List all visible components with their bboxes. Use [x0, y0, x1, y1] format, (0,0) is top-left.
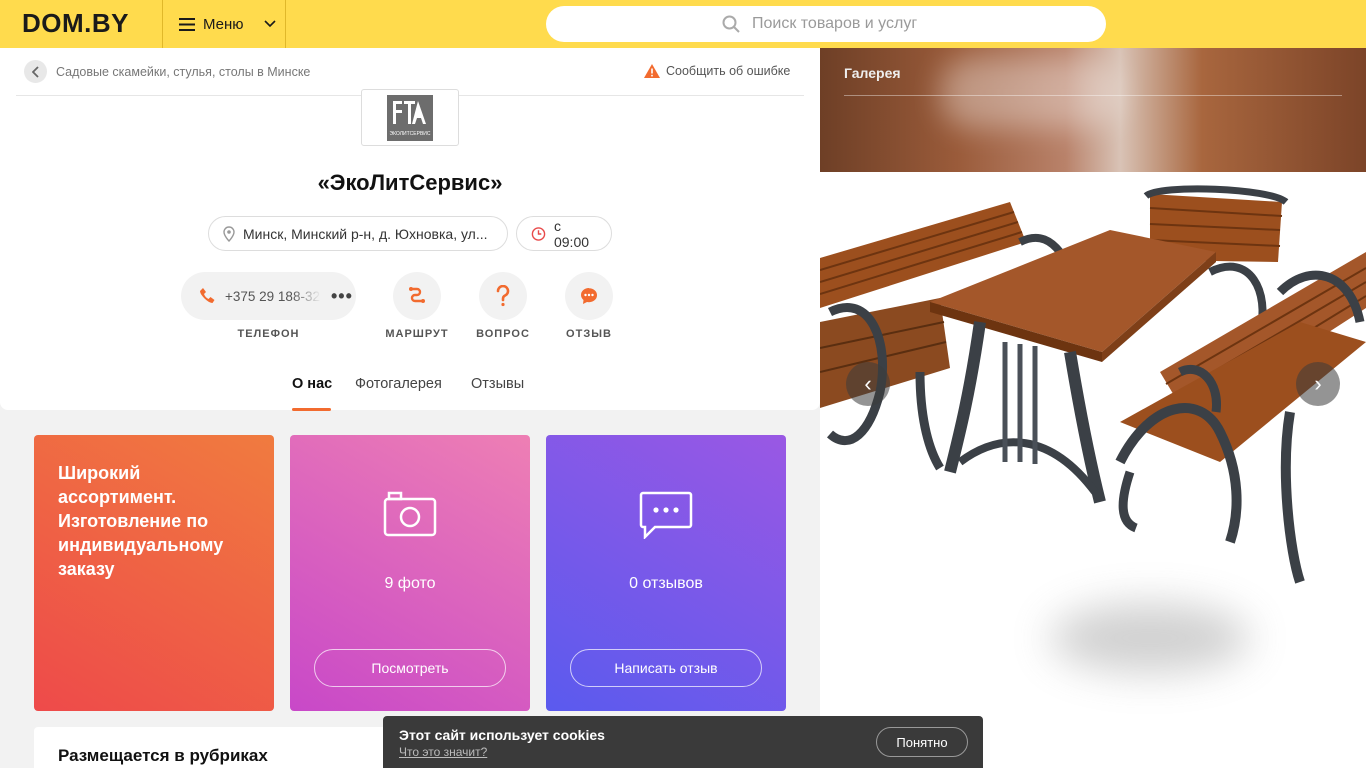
assortment-card: Широкий ассортимент. Изготовление по инд… — [34, 435, 274, 711]
hamburger-icon — [179, 17, 195, 31]
hours-text: с 09:00 — [553, 217, 590, 250]
tabs: О нас Фотогалерея Отзывы — [0, 376, 820, 411]
clock-icon — [531, 226, 546, 241]
svg-text:ЭКОЛИТСЕРВИС: ЭКОЛИТСЕРВИС — [389, 131, 430, 137]
review-button[interactable] — [565, 272, 613, 320]
site-logo[interactable]: DOM.BY — [22, 8, 129, 39]
question-icon — [496, 285, 510, 307]
photos-card: 9 фото Посмотреть — [290, 435, 530, 711]
cookie-banner: Этот сайт использует cookies Что это зна… — [383, 716, 983, 768]
gallery-next-arrow-icon[interactable]: › — [1296, 362, 1340, 406]
reviews-card: 0 отзывов Написать отзыв — [546, 435, 786, 711]
question-label: ВОПРОС — [476, 328, 530, 340]
report-error-link[interactable]: Сообщить об ошибке — [644, 64, 790, 78]
address-pill[interactable]: Минск, Минский р-н, д. Юхновка, ул... — [208, 216, 508, 251]
menu-label: Меню — [203, 15, 244, 33]
hours-pill[interactable]: с 09:00 — [516, 216, 612, 251]
gallery-title: Галерея — [844, 65, 901, 81]
phone-button[interactable]: +375 29 188-32 ••• — [181, 272, 356, 320]
cookie-title: Этот сайт использует cookies — [399, 727, 605, 743]
phone-number: +375 29 188-32 — [225, 288, 320, 304]
route-button[interactable] — [393, 272, 441, 320]
address-text: Минск, Минский р-н, д. Юхновка, ул... — [243, 225, 488, 242]
cookie-accept-button[interactable]: Понятно — [876, 727, 968, 757]
gallery-prev-arrow-icon[interactable]: ‹ — [846, 362, 890, 406]
gallery-divider — [844, 95, 1342, 96]
company-name: «ЭкоЛитСервис» — [317, 170, 503, 195]
blurred-backdrop — [940, 58, 1120, 128]
garden-furniture-photo[interactable] — [820, 172, 1366, 598]
chevron-down-icon — [263, 20, 276, 28]
route-label: МАРШРУТ — [385, 328, 449, 340]
rubrics-title: Размещается в рубриках — [58, 746, 268, 765]
more-dots-icon[interactable]: ••• — [331, 286, 353, 307]
top-bar: DOM.BY Меню Поиск товаров и услуг — [0, 0, 1366, 48]
menu-button[interactable]: Меню — [162, 0, 286, 48]
message-icon — [546, 491, 786, 539]
gallery-panel: Галерея ‹ › — [820, 48, 1366, 768]
view-photos-button[interactable]: Посмотреть — [314, 649, 506, 687]
breadcrumb-label[interactable]: Садовые скамейки, стулья, столы в Минске — [56, 65, 310, 79]
warning-icon — [644, 64, 660, 78]
company-logo: ЭКОЛИТСЕРВИС — [361, 89, 459, 146]
report-error-label: Сообщить об ошибке — [666, 64, 791, 78]
phone-icon — [200, 288, 215, 303]
search-placeholder: Поиск товаров и услуг — [752, 15, 918, 32]
back-arrow-icon[interactable] — [24, 60, 47, 83]
tab-gallery[interactable]: Фотогалерея — [355, 376, 442, 392]
review-label: ОТЗЫВ — [566, 328, 612, 340]
ground-shadow — [1050, 603, 1250, 673]
search-icon — [722, 15, 740, 33]
active-tab-indicator — [292, 408, 331, 411]
search-input[interactable]: Поиск товаров и услуг — [546, 6, 1106, 42]
cookie-info-link[interactable]: Что это значит? — [399, 745, 487, 759]
tab-reviews[interactable]: Отзывы — [471, 376, 524, 392]
breadcrumb[interactable]: Садовые скамейки, стулья, столы в Минске — [24, 60, 310, 83]
gallery-header: Галерея — [820, 48, 1366, 172]
assortment-text: Широкий ассортимент. Изготовление по инд… — [58, 463, 224, 579]
route-icon — [409, 287, 425, 303]
camera-icon — [290, 491, 530, 537]
location-pin-icon — [223, 225, 235, 242]
tab-about[interactable]: О нас — [292, 376, 332, 392]
chat-bubble-icon — [581, 288, 597, 304]
reviews-count: 0 отзывов — [629, 575, 703, 592]
photos-count: 9 фото — [384, 575, 436, 592]
write-review-button[interactable]: Написать отзыв — [570, 649, 762, 687]
phone-label: ТЕЛЕФОН — [237, 328, 300, 340]
company-card: Садовые скамейки, стулья, столы в Минске… — [0, 48, 820, 411]
question-button[interactable] — [479, 272, 527, 320]
